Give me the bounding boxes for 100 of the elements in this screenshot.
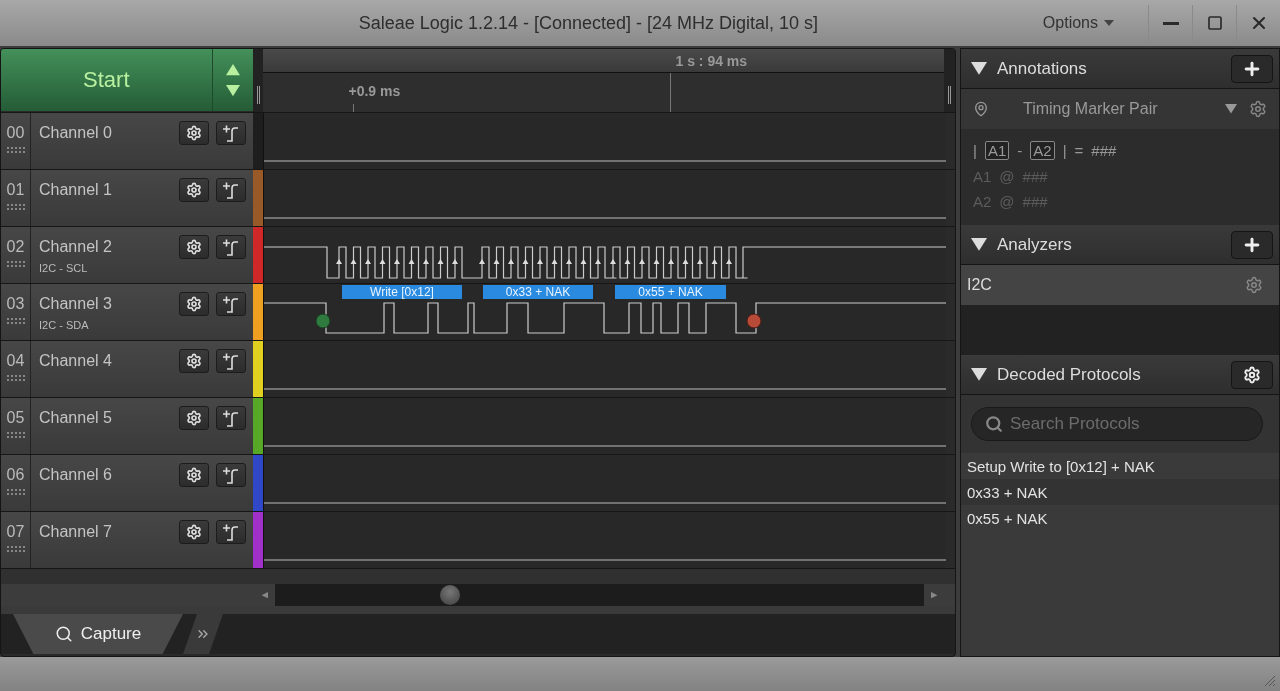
trigger-edge-icon — [221, 295, 241, 313]
channel-settings-button[interactable] — [179, 121, 209, 145]
gear-icon[interactable] — [1245, 276, 1263, 294]
decoded-frame[interactable]: Write [0x12] — [342, 285, 462, 299]
drag-grip-icon[interactable] — [5, 261, 26, 268]
gear-icon — [186, 239, 202, 255]
channel-number: 04 — [6, 352, 25, 370]
capture-tab[interactable]: Capture — [13, 614, 183, 654]
channel-settings-button[interactable] — [179, 520, 209, 544]
right-triangle-icon — [931, 591, 939, 599]
decoded-frame[interactable]: 0x33 + NAK — [483, 285, 593, 299]
start-button[interactable]: Start — [1, 49, 213, 111]
resize-grip-icon[interactable] — [1262, 673, 1276, 687]
protocol-row[interactable]: 0x33 + NAK — [961, 479, 1279, 505]
capture-options-button[interactable] — [212, 49, 253, 111]
trigger-button[interactable] — [216, 292, 246, 316]
channel-settings-button[interactable] — [179, 406, 209, 430]
gear-icon — [186, 410, 202, 426]
measure-minus: - — [1017, 142, 1023, 159]
up-triangle-icon — [225, 64, 240, 76]
marker-type-label: Timing Marker Pair — [1022, 100, 1159, 118]
measure-equals: = — [1074, 142, 1084, 159]
search-icon — [985, 415, 1003, 433]
marker-value: ### — [1022, 193, 1048, 210]
channel-settings-button[interactable] — [179, 178, 209, 202]
trigger-button[interactable] — [216, 121, 246, 145]
dropdown-triangle-icon — [1225, 104, 1237, 114]
trigger-edge-icon — [221, 466, 241, 484]
channel-number: 00 — [6, 124, 25, 142]
trigger-edge-icon — [221, 352, 241, 370]
channel-number: 03 — [6, 295, 25, 313]
analyzer-name[interactable]: I2C — [967, 276, 992, 294]
channel-name[interactable]: Channel 7 — [39, 523, 179, 541]
channel-name[interactable]: Channel 4 — [39, 352, 179, 370]
protocol-row[interactable]: 0x55 + NAK — [961, 505, 1279, 531]
options-menu[interactable]: Options — [1036, 13, 1120, 33]
abs-open-symbol-text: | — [973, 142, 977, 159]
gear-icon — [186, 125, 202, 141]
trigger-button[interactable] — [216, 520, 246, 544]
trigger-button[interactable] — [216, 349, 246, 373]
collapse-triangle-icon — [971, 368, 987, 381]
channel-name[interactable]: Channel 5 — [39, 409, 179, 427]
splitter-handle[interactable] — [948, 86, 951, 104]
offset-label: +0.9 ms — [348, 83, 401, 99]
drag-grip-icon[interactable] — [5, 318, 26, 325]
add-analyzer-button[interactable] — [1231, 230, 1273, 259]
drag-grip-icon[interactable] — [5, 432, 26, 439]
maximize-icon — [1206, 15, 1223, 31]
down-triangle-icon — [225, 84, 240, 96]
channel-name[interactable]: Channel 3 — [39, 295, 179, 313]
protocol-settings-button[interactable] — [1231, 360, 1273, 389]
trigger-button[interactable] — [216, 406, 246, 430]
gear-icon — [1243, 365, 1261, 384]
trigger-edge-icon — [221, 238, 241, 256]
channel-name[interactable]: Channel 2 — [39, 238, 179, 256]
analyzer-label: I2C - SDA — [39, 319, 90, 331]
gear-icon[interactable] — [1249, 100, 1267, 118]
drag-grip-icon[interactable] — [5, 546, 26, 553]
channel-number: 07 — [6, 523, 25, 541]
left-triangle-icon — [260, 591, 268, 599]
drag-grip-icon[interactable] — [5, 147, 26, 154]
marker-pin-icon — [973, 101, 989, 117]
splitter-handle[interactable] — [256, 86, 260, 104]
minimize-icon — [1162, 21, 1179, 25]
marker-tag[interactable]: A1 — [984, 141, 1010, 160]
channel-name[interactable]: Channel 1 — [39, 181, 179, 199]
gear-icon — [186, 353, 202, 369]
protocol-row[interactable]: Setup Write to [0x12] + NAK — [961, 453, 1279, 479]
channel-name[interactable]: Channel 0 — [39, 124, 179, 142]
channel-name[interactable]: Channel 6 — [39, 466, 179, 484]
collapse-triangle-icon — [971, 62, 987, 75]
gear-icon — [186, 524, 202, 540]
time-label: 1 s : 94 ms — [675, 53, 748, 69]
trigger-edge-icon — [221, 409, 241, 427]
trigger-button[interactable] — [216, 463, 246, 487]
channel-number: 06 — [6, 466, 25, 484]
trigger-button[interactable] — [216, 235, 246, 259]
trigger-edge-icon — [221, 124, 241, 142]
channel-settings-button[interactable] — [179, 349, 209, 373]
channel-settings-button[interactable] — [179, 292, 209, 316]
channel-number: 05 — [6, 409, 25, 427]
collapse-triangle-icon — [971, 238, 987, 251]
marker-tag[interactable]: A2 — [1030, 141, 1055, 160]
drag-grip-icon[interactable] — [5, 204, 26, 211]
channel-settings-button[interactable] — [179, 235, 209, 259]
marker-value: ### — [1022, 168, 1048, 185]
trigger-button[interactable] — [216, 178, 246, 202]
gear-icon — [186, 182, 202, 198]
trigger-edge-icon — [221, 523, 241, 541]
scroll-thumb[interactable] — [440, 585, 460, 605]
drag-grip-icon[interactable] — [5, 489, 26, 496]
decoded-frame[interactable]: 0x55 + NAK — [615, 285, 726, 299]
measure-value: ### — [1091, 142, 1117, 159]
add-annotation-button[interactable] — [1231, 54, 1273, 83]
drag-grip-icon[interactable] — [5, 375, 26, 382]
search-field[interactable]: Search Protocols — [971, 407, 1263, 441]
channel-settings-button[interactable] — [179, 463, 209, 487]
gear-icon — [186, 296, 202, 312]
section-title: Analyzers — [997, 234, 1073, 255]
marker-at: @ — [999, 193, 1015, 210]
